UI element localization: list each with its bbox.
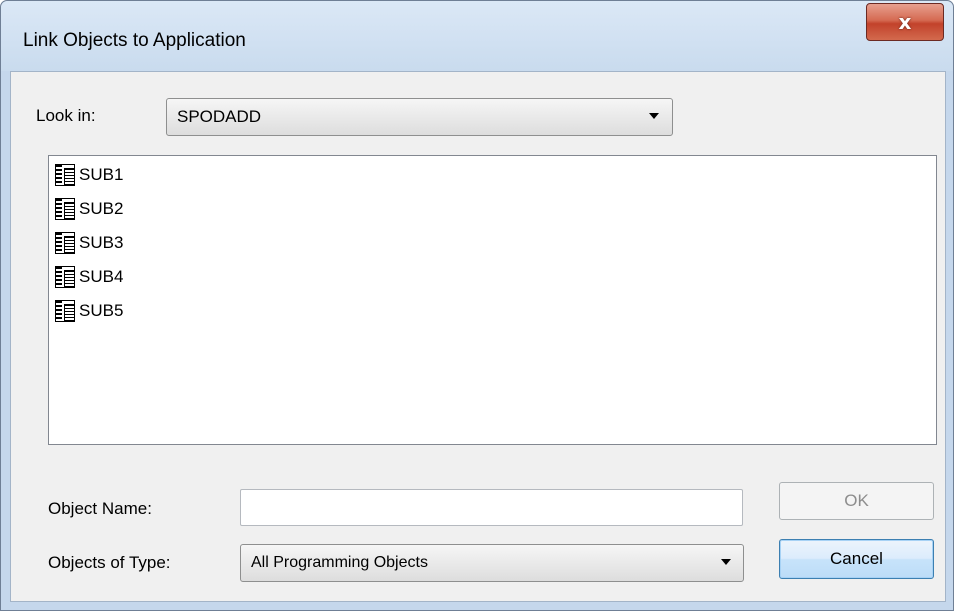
object-name-label: Object Name:	[48, 499, 152, 518]
close-icon: x	[898, 10, 912, 34]
close-button[interactable]: x	[866, 3, 944, 41]
look-in-value: SPODADD	[177, 107, 262, 126]
list-item[interactable]: SUB2	[55, 194, 123, 224]
list-item[interactable]: SUB1	[55, 160, 123, 190]
list-item-label: SUB5	[79, 301, 124, 320]
look-in-label: Look in:	[36, 106, 96, 125]
title-bar[interactable]: Link Objects to Application x	[1, 1, 953, 71]
objects-of-type-dropdown[interactable]: All Programming Objects	[240, 544, 744, 582]
chevron-down-icon[interactable]	[649, 113, 659, 119]
program-object-icon	[55, 232, 75, 254]
list-item-label: SUB2	[79, 199, 124, 218]
list-item[interactable]: SUB5	[55, 296, 123, 326]
objects-of-type-value: All Programming Objects	[251, 554, 428, 571]
list-item[interactable]: SUB3	[55, 228, 123, 258]
objects-of-type-label: Objects of Type:	[48, 553, 171, 572]
program-object-icon	[55, 266, 75, 288]
program-object-icon	[55, 198, 75, 220]
dialog-window: Link Objects to Application x Look in: S…	[0, 0, 954, 611]
object-name-input[interactable]	[240, 489, 743, 526]
object-list[interactable]: SUB1 SUB2 SUB3 SUB4 SUB5	[48, 155, 937, 445]
list-item-label: SUB4	[79, 267, 124, 286]
program-object-icon	[55, 164, 75, 186]
look-in-dropdown[interactable]: SPODADD	[166, 98, 673, 136]
list-item-label: SUB3	[79, 233, 124, 252]
window-title: Link Objects to Application	[23, 30, 246, 51]
list-item-label: SUB1	[79, 165, 124, 184]
program-object-icon	[55, 300, 75, 322]
cancel-button[interactable]: Cancel	[779, 539, 934, 579]
ok-button[interactable]: OK	[779, 482, 934, 520]
chevron-down-icon[interactable]	[721, 559, 731, 565]
list-item[interactable]: SUB4	[55, 262, 123, 292]
dialog-client-area: Look in: SPODADD SUB1 SUB2 SUB3 SUB4 SUB…	[10, 71, 946, 602]
